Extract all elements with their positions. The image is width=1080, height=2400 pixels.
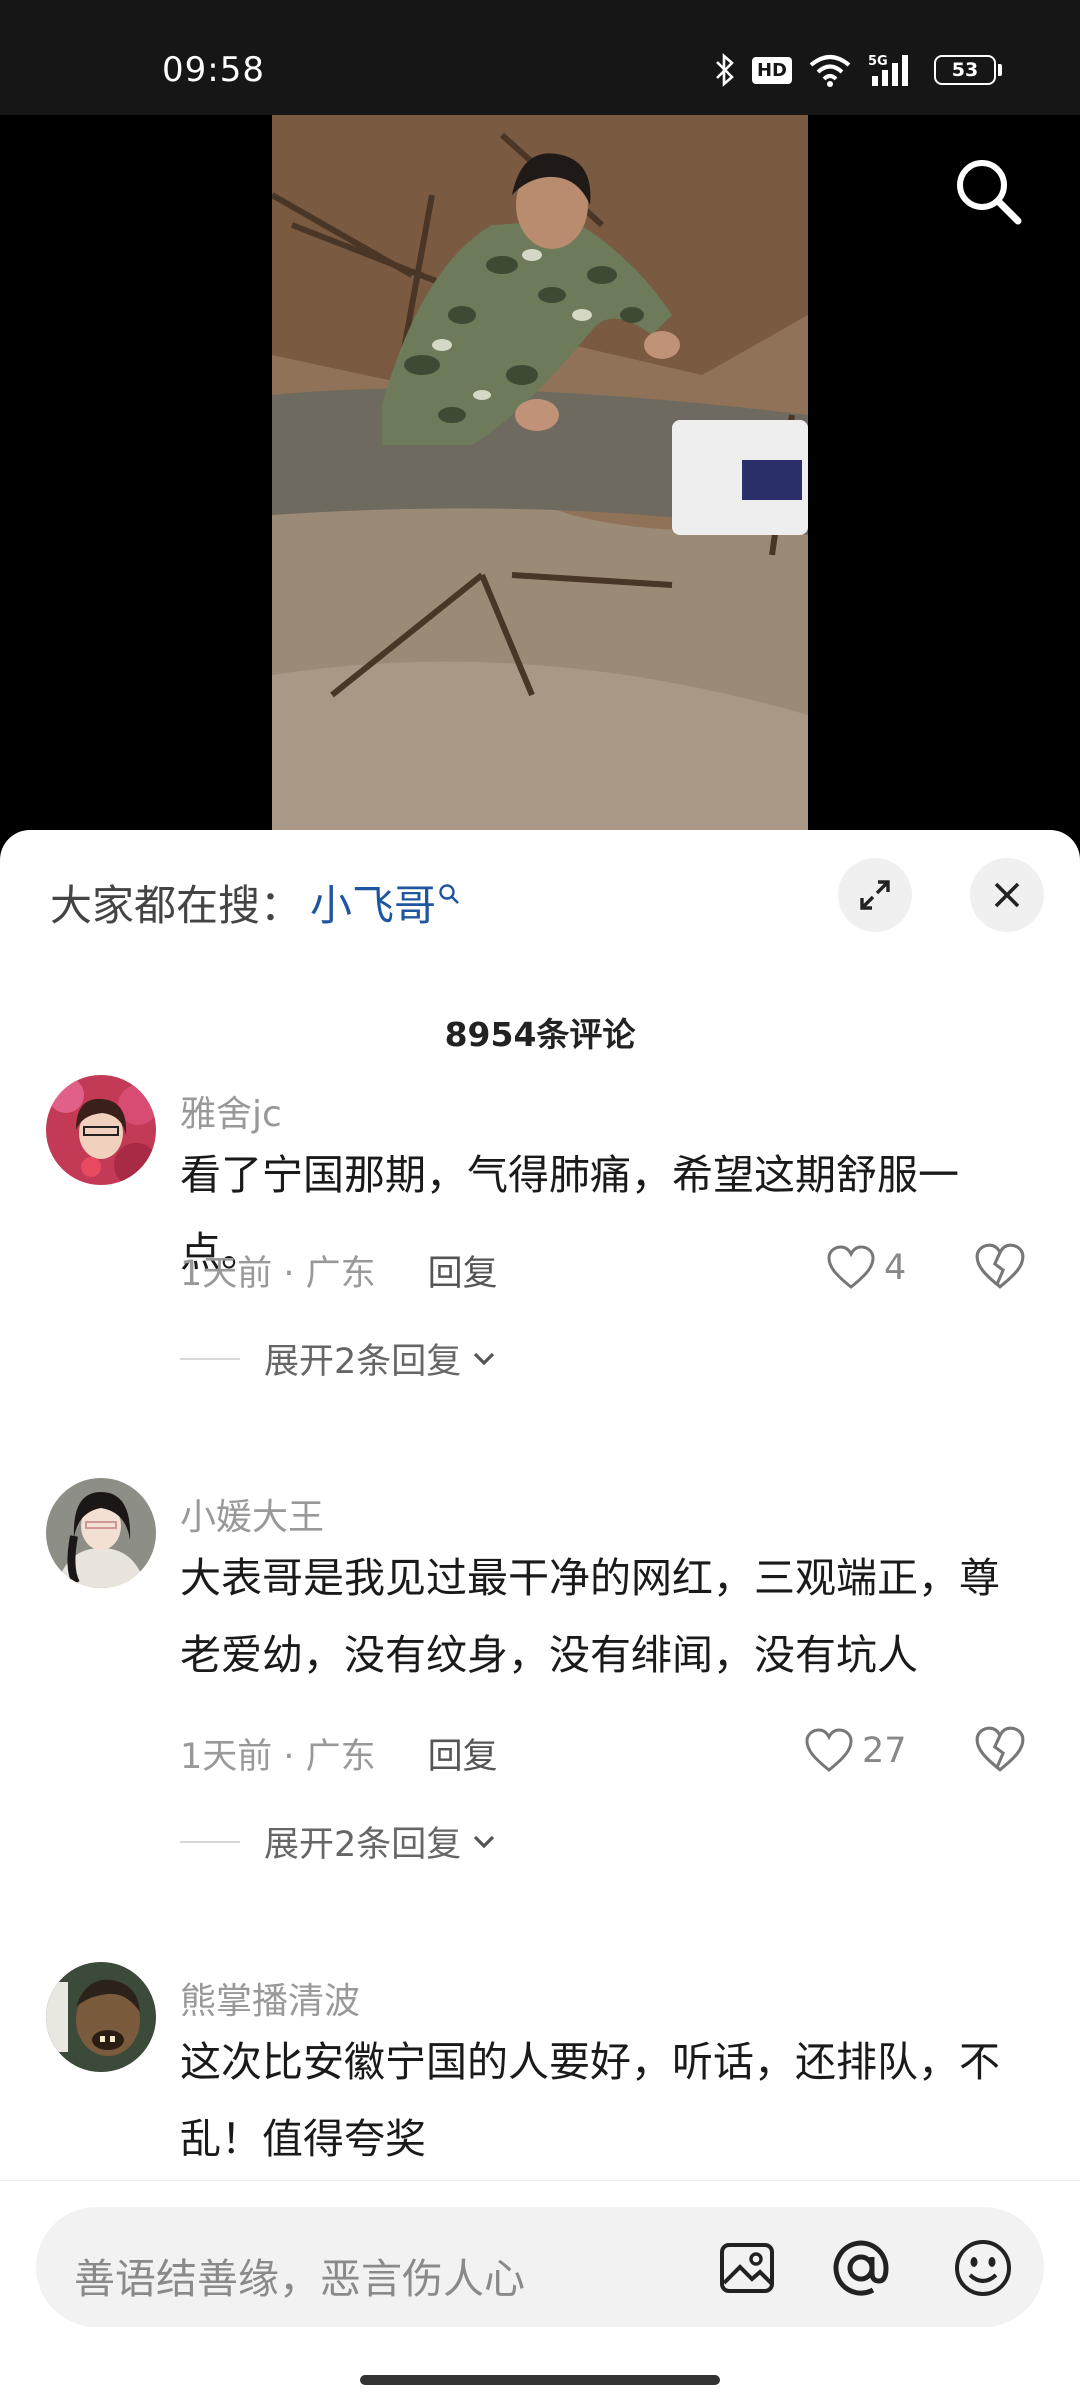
video-scene [272, 115, 808, 835]
hot-search-prefix: 大家都在搜： [50, 881, 303, 930]
wifi-icon [809, 55, 851, 87]
expand-replies[interactable]: 展开2条回复 [180, 1816, 501, 1867]
comment-username[interactable]: 熊掌播清波 [180, 1972, 360, 2024]
comment-input-bar: 善语结善缘，恶言伤人心 [0, 2180, 1080, 2400]
chevron-down-icon [474, 1352, 495, 1365]
chevron-down-icon [474, 1835, 495, 1848]
heart-icon [827, 1245, 875, 1289]
battery-tip [998, 64, 1002, 76]
status-time: 09:58 [162, 50, 265, 90]
avatar[interactable] [46, 1075, 156, 1185]
comment-meta: 1天前 · 广东 回复 [180, 1728, 498, 1779]
hd-icon: HD [751, 56, 792, 84]
comment-meta: 1天前 · 广东 回复 [180, 1245, 498, 1296]
comment-input[interactable]: 善语结善缘，恶言伤人心 [36, 2207, 1044, 2327]
expand-replies-label: 展开2条回复 [264, 1825, 462, 1865]
hot-search-keyword[interactable]: 小飞哥 [310, 872, 436, 933]
close-button[interactable] [970, 858, 1044, 932]
expand-replies[interactable]: 展开2条回复 [180, 1333, 501, 1384]
emoji-icon[interactable] [952, 2237, 1014, 2299]
battery-icon: 53 [934, 55, 1002, 85]
comment-text: 大表哥是我见过最干净的网红，三观端正，尊老爱幼，没有纹身，没有绯闻，没有坑人 [180, 1554, 1000, 1679]
comment-time-location: 1天前 · 广东 [180, 1737, 376, 1777]
status-bar: 09:58 HD 5G 53 [0, 0, 1080, 115]
status-icons: HD 5G 53 [714, 50, 1002, 90]
close-icon [994, 882, 1020, 908]
expand-divider [180, 1357, 240, 1360]
comment-count: 8954条评论 [444, 1015, 636, 1054]
hot-search-bar[interactable]: 大家都在搜： 小飞哥 [50, 872, 460, 933]
image-icon[interactable] [716, 2237, 778, 2299]
comment-item: 熊掌播清波 这次比安徽宁国的人要好，听话，还排队，不乱！值得夸奖 [0, 1962, 1080, 2192]
like-button[interactable]: 27 [804, 1728, 907, 1774]
expand-icon [860, 880, 890, 910]
video-frame[interactable] [272, 115, 808, 835]
reply-button[interactable]: 回复 [428, 1728, 498, 1779]
like-button[interactable]: 4 [826, 1245, 906, 1291]
avatar[interactable] [46, 1962, 156, 2072]
comment-item: 小媛大王 大表哥是我见过最干净的网红，三观端正，尊老爱幼，没有纹身，没有绯闻，没… [0, 1478, 1080, 1898]
comment-time-location: 1天前 · 广东 [180, 1254, 376, 1294]
avatar[interactable] [46, 1478, 156, 1588]
avatar-image [46, 1962, 156, 2072]
like-count: 4 [884, 1248, 907, 1288]
comment-username[interactable]: 小媛大王 [180, 1488, 324, 1540]
home-indicator[interactable] [360, 2375, 720, 2385]
expand-button[interactable] [838, 858, 912, 932]
at-icon[interactable] [830, 2237, 892, 2299]
comment-input-placeholder: 善语结善缘，恶言伤人心 [74, 2255, 525, 2303]
broken-heart-icon[interactable] [974, 1241, 1026, 1293]
search-icon[interactable] [948, 151, 1028, 231]
like-count: 27 [862, 1731, 907, 1771]
signal-icon: 5G [868, 54, 908, 86]
avatar-image [46, 1075, 156, 1185]
network-label: 5G [868, 54, 888, 69]
comment-text: 这次比安徽宁国的人要好，听话，还排队，不乱！值得夸奖 [180, 2038, 1000, 2163]
battery-level: 53 [934, 55, 996, 85]
expand-divider [180, 1840, 240, 1843]
comment-sheet: 大家都在搜： 小飞哥 8954条评论 雅舍jc 看了宁国那期，气得肺痛，希望这期… [0, 830, 1080, 2400]
comment-username[interactable]: 雅舍jc [180, 1085, 282, 1137]
heart-icon [805, 1728, 853, 1772]
reply-button[interactable]: 回复 [428, 1245, 498, 1296]
search-small-icon [439, 883, 459, 904]
avatar-image [46, 1478, 156, 1588]
bluetooth-icon [716, 53, 734, 87]
broken-heart-icon[interactable] [974, 1724, 1026, 1776]
expand-replies-label: 展开2条回复 [264, 1342, 462, 1382]
comment-item: 雅舍jc 看了宁国那期，气得肺痛，希望这期舒服一点。 1天前 · 广东 回复 4… [0, 1075, 1080, 1415]
video-player[interactable] [0, 115, 1080, 835]
